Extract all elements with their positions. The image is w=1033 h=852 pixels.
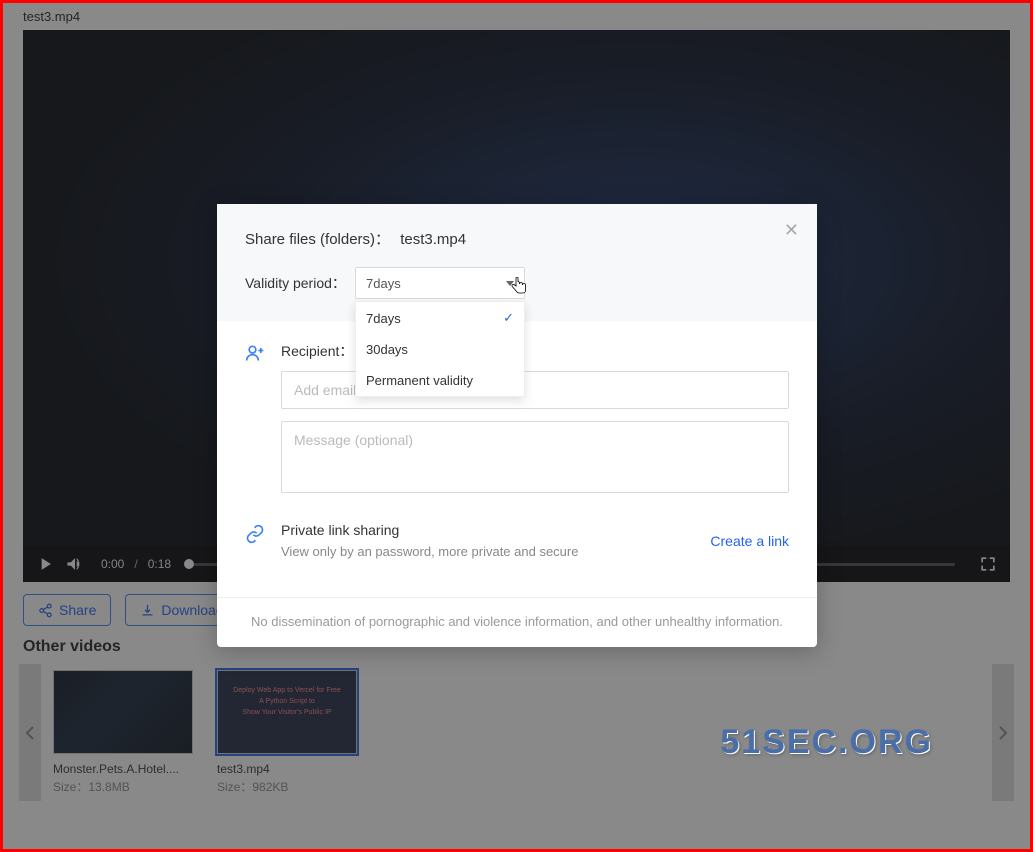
share-filename: test3.mp4: [400, 231, 466, 248]
validity-label: Validity period：: [245, 273, 355, 293]
recipient-label: Recipient：: [281, 343, 353, 359]
private-link-sub: View only by an password, more private a…: [281, 544, 710, 559]
person-add-icon: [245, 341, 281, 498]
private-link-col: Private link sharing View only by an pas…: [281, 522, 710, 559]
validity-option[interactable]: 30days: [356, 334, 524, 365]
link-icon: [245, 522, 281, 549]
watermark: 51SEC.ORG: [720, 723, 933, 762]
private-link-title: Private link sharing: [281, 522, 710, 538]
message-input[interactable]: [281, 421, 789, 493]
option-label: 30days: [366, 342, 408, 357]
validity-select-wrap: 7days 7days ✓ 30days Permanent validity: [355, 267, 525, 299]
check-icon: ✓: [503, 310, 514, 326]
modal-footer: No dissemination of pornographic and vio…: [217, 597, 817, 647]
validity-select[interactable]: 7days: [355, 267, 525, 299]
validity-dropdown: 7days ✓ 30days Permanent validity: [355, 301, 525, 397]
option-label: 7days: [366, 311, 401, 326]
validity-row: Validity period： 7days 7days ✓ 30days: [245, 267, 789, 299]
close-icon[interactable]: ✕: [784, 220, 799, 241]
chevron-down-icon: [506, 281, 514, 286]
validity-option[interactable]: Permanent validity: [356, 365, 524, 396]
share-modal: ✕ Share files (folders)： test3.mp4 Valid…: [217, 204, 817, 647]
private-link-row: Private link sharing View only by an pas…: [245, 510, 789, 577]
modal-head: ✕ Share files (folders)： test3.mp4 Valid…: [217, 204, 817, 321]
share-line: Share files (folders)： test3.mp4: [245, 228, 789, 249]
create-link-button[interactable]: Create a link: [710, 533, 789, 549]
option-label: Permanent validity: [366, 373, 473, 388]
validity-selected-value: 7days: [366, 276, 401, 291]
share-files-label: Share files (folders)：: [245, 231, 390, 248]
validity-option[interactable]: 7days ✓: [356, 302, 524, 334]
